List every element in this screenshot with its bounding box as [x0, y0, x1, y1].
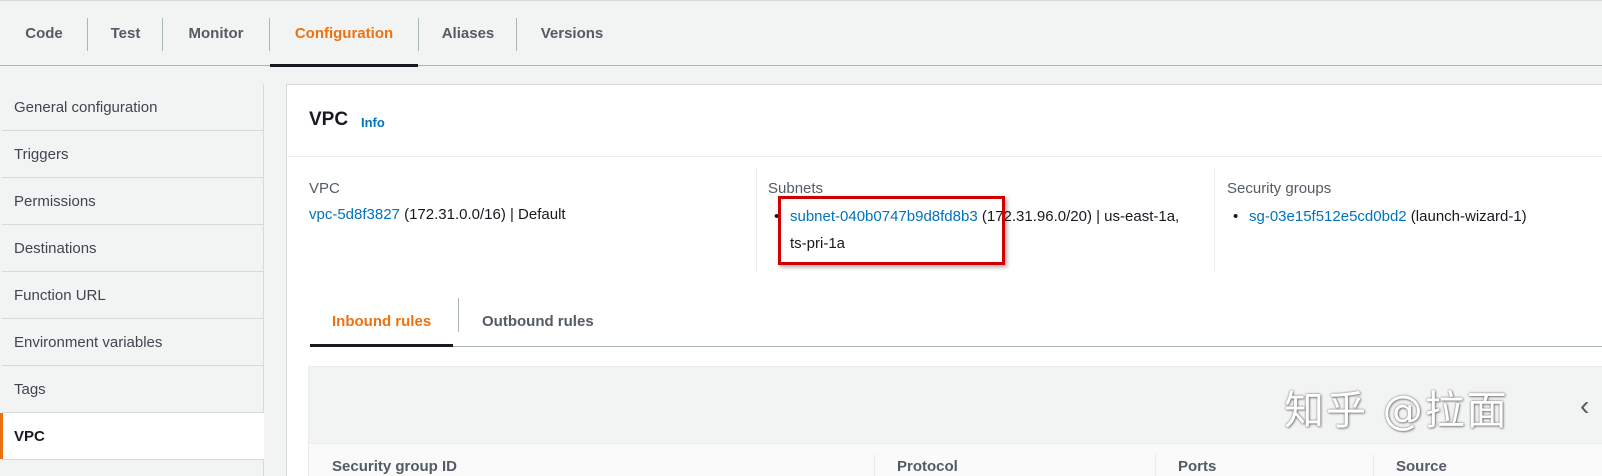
tab-configuration[interactable]: Configuration	[270, 1, 418, 67]
sidebar-item-permissions[interactable]: Permissions	[2, 178, 264, 225]
vpc-label: VPC	[309, 180, 340, 197]
column-divider	[1214, 167, 1215, 273]
sidebar-item-tags[interactable]: Tags	[2, 366, 264, 413]
column-divider	[1155, 454, 1156, 476]
tab-aliases[interactable]: Aliases	[419, 1, 517, 66]
list-item: sg-03e15f512e5cd0bd2 (launch-wizard-1)	[1227, 203, 1597, 230]
subnets-field: Subnets subnet-040b0747b9d8fd8b3 (172.31…	[768, 179, 1196, 257]
column-header-security-group-id[interactable]: Security group ID	[332, 458, 457, 475]
function-tabs: Code Test Monitor Configuration Aliases …	[0, 0, 1602, 67]
configuration-sidebar: General configuration Triggers Permissio…	[0, 84, 264, 476]
list-item: subnet-040b0747b9d8fd8b3 (172.31.96.0/20…	[768, 203, 1196, 257]
security-group-link[interactable]: sg-03e15f512e5cd0bd2	[1249, 208, 1407, 225]
tab-versions[interactable]: Versions	[517, 1, 627, 66]
tab-inbound-rules[interactable]: Inbound rules	[309, 297, 454, 347]
column-header-source[interactable]: Source	[1396, 458, 1447, 475]
security-groups-list: sg-03e15f512e5cd0bd2 (launch-wizard-1)	[1227, 203, 1597, 230]
panel-title: VPC	[309, 109, 349, 130]
subnet-link[interactable]: subnet-040b0747b9d8fd8b3	[790, 208, 978, 225]
security-group-details: (launch-wizard-1)	[1406, 208, 1527, 225]
sidebar-item-triggers[interactable]: Triggers	[2, 131, 264, 178]
vpc-link[interactable]: vpc-5d8f3827	[309, 206, 400, 223]
column-header-protocol[interactable]: Protocol	[897, 458, 958, 475]
vpc-value: vpc-5d8f3827 (172.31.0.0/16) | Default	[309, 201, 749, 228]
subnets-list: subnet-040b0747b9d8fd8b3 (172.31.96.0/20…	[768, 203, 1196, 257]
tab-code[interactable]: Code	[0, 1, 88, 66]
column-divider	[874, 454, 875, 476]
subnets-label: Subnets	[768, 180, 824, 197]
rules-tabs: Inbound rules Outbound rules	[309, 297, 1602, 347]
vpc-field: VPC vpc-5d8f3827 (172.31.0.0/16) | Defau…	[309, 179, 749, 228]
tab-test[interactable]: Test	[88, 1, 163, 66]
watermark: 知乎 @拉面	[1284, 388, 1509, 434]
sidebar-item-vpc[interactable]: VPC	[0, 413, 264, 460]
security-groups-field: Security groups sg-03e15f512e5cd0bd2 (la…	[1227, 179, 1597, 230]
sidebar-item-general-configuration[interactable]: General configuration	[2, 84, 264, 131]
vpc-details: (172.31.0.0/16) | Default	[399, 206, 566, 223]
sidebar-item-function-url[interactable]: Function URL	[2, 272, 264, 319]
tab-divider	[458, 298, 459, 332]
tab-outbound-rules[interactable]: Outbound rules	[482, 297, 594, 346]
info-link[interactable]: Info	[361, 115, 385, 130]
panel-header: VPC Info	[287, 85, 1602, 157]
table-header: Security group ID Protocol Ports Source	[309, 443, 1602, 476]
sidebar-item-environment-variables[interactable]: Environment variables	[2, 319, 264, 366]
column-divider	[756, 167, 757, 273]
tab-monitor[interactable]: Monitor	[163, 1, 269, 66]
sidebar-item-destinations[interactable]: Destinations	[2, 225, 264, 272]
column-divider	[1373, 454, 1374, 476]
column-header-ports[interactable]: Ports	[1178, 458, 1216, 475]
security-groups-label: Security groups	[1227, 180, 1332, 197]
chevron-left-icon[interactable]: ‹	[1580, 390, 1589, 422]
